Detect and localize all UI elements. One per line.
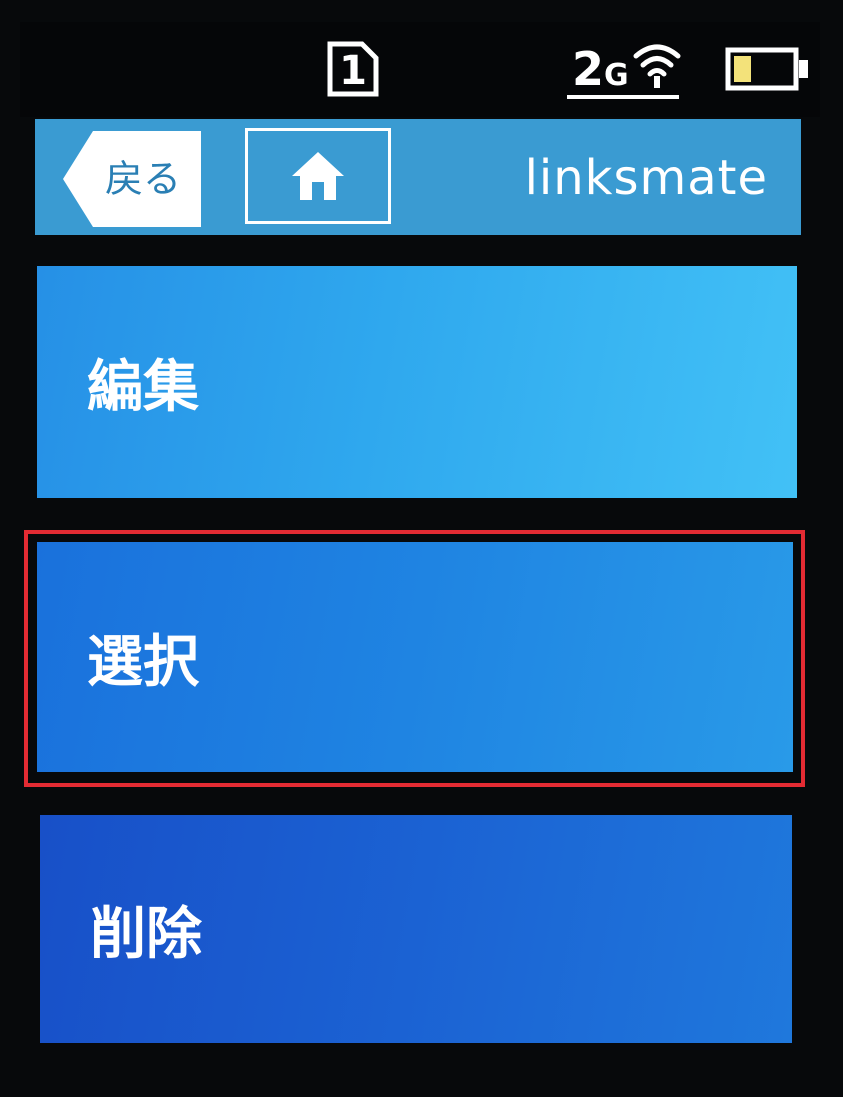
device-screen: 1 2G 戻る linksmate 編集 選択 削除 (0, 0, 843, 1097)
home-button[interactable] (245, 128, 391, 224)
network-type-letter: G (604, 58, 629, 93)
carrier-name: linksmate (524, 150, 768, 206)
battery-low-icon (725, 47, 808, 91)
battery-fill (734, 56, 751, 82)
network-type-label: 2G (572, 46, 629, 102)
network-type-number: 2 (572, 42, 605, 96)
menu-item-label: 選択 (87, 629, 199, 695)
menu-item-label: 削除 (90, 901, 202, 967)
status-bar (20, 22, 820, 117)
menu-item-select[interactable]: 選択 (37, 542, 793, 772)
menu-item-label: 編集 (87, 354, 199, 420)
network-underline (567, 95, 679, 99)
menu-item-edit[interactable]: 編集 (37, 266, 797, 498)
home-icon (292, 152, 344, 200)
menu-item-delete[interactable]: 削除 (40, 815, 792, 1043)
back-button[interactable]: 戻る (63, 131, 201, 227)
sim-slot-number: 1 (339, 48, 367, 94)
wifi-icon (633, 44, 681, 88)
back-button-label: 戻る (104, 157, 181, 201)
